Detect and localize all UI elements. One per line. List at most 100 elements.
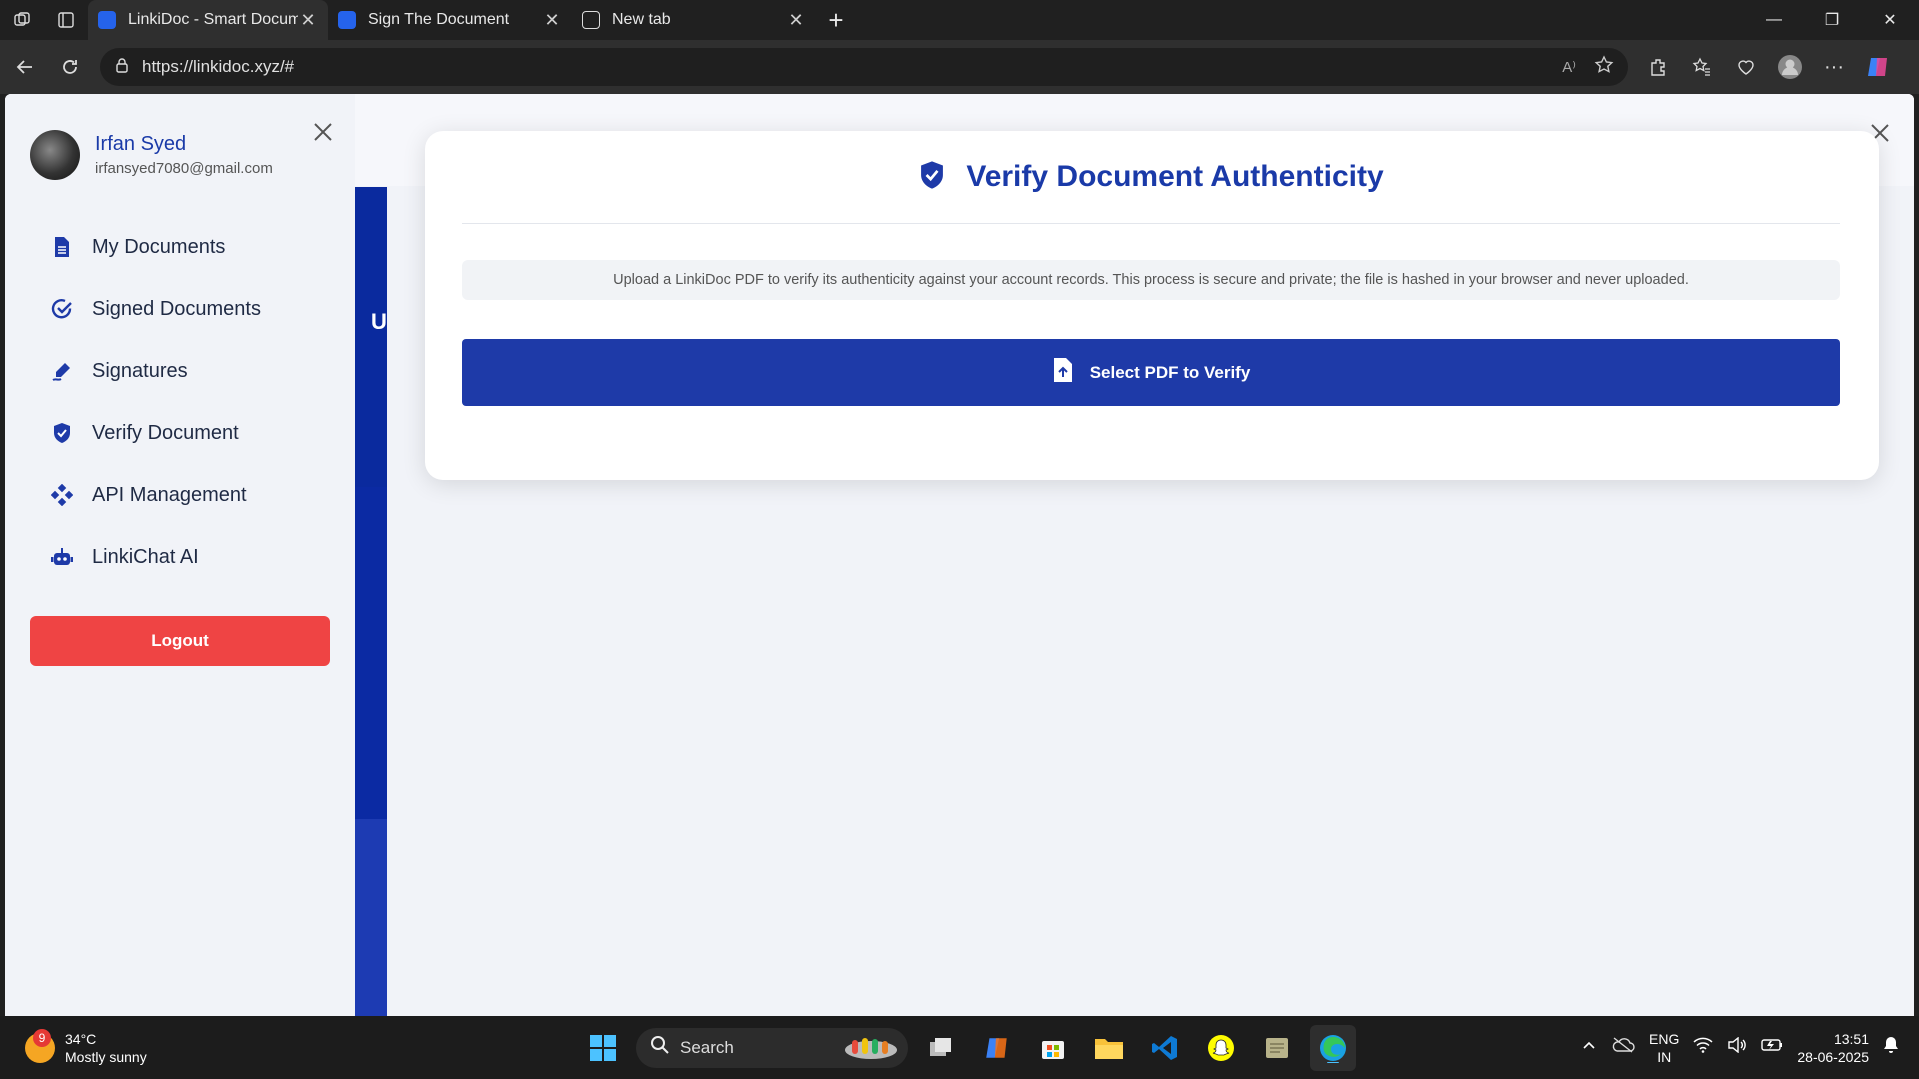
window-controls: — ❐ ✕: [1745, 0, 1919, 40]
language-indicator[interactable]: ENG IN: [1649, 1030, 1679, 1066]
onedrive-offline-icon[interactable]: [1611, 1036, 1635, 1059]
refresh-icon[interactable]: [47, 47, 92, 87]
linkidoc-favicon-icon: [98, 11, 116, 29]
system-tray: ENG IN 13:51 28-06-2025: [1581, 1016, 1899, 1079]
more-options-icon[interactable]: ···: [1816, 49, 1852, 85]
windows-taskbar: 9 34°C Mostly sunny Search ENG IN 13:51 …: [0, 1016, 1919, 1079]
taskbar-search[interactable]: Search: [636, 1027, 908, 1068]
edge-browser-icon[interactable]: [1310, 1024, 1356, 1071]
robot-icon: [50, 545, 74, 569]
modal-title: Verify Document Authenticity: [966, 160, 1384, 193]
file-upload-icon: [1052, 357, 1074, 388]
tab-new-tab[interactable]: New tab ✕: [572, 0, 816, 40]
sidebar-item-label: Signatures: [92, 359, 188, 382]
shield-check-icon: [918, 160, 946, 195]
minimize-icon[interactable]: —: [1745, 0, 1803, 40]
workspaces-icon[interactable]: [0, 0, 44, 40]
wifi-icon[interactable]: [1693, 1037, 1713, 1058]
close-window-icon[interactable]: ✕: [1861, 0, 1919, 40]
notification-badge: 9: [33, 1029, 51, 1047]
sidebar-item-label: Verify Document: [92, 421, 239, 444]
sun-icon: 9: [25, 1029, 55, 1063]
task-view-icon[interactable]: [918, 1025, 964, 1071]
read-aloud-icon[interactable]: A⁾: [1562, 58, 1576, 76]
verify-document-modal: Verify Document Authenticity Upload a Li…: [425, 131, 1879, 480]
weather-widget[interactable]: 9 34°C Mostly sunny: [25, 1029, 147, 1066]
new-tab-button[interactable]: +: [816, 0, 856, 40]
search-highlight-icon: [842, 1034, 900, 1067]
microsoft-store-icon[interactable]: [1030, 1025, 1076, 1071]
check-circle-icon: [50, 297, 74, 321]
restore-icon[interactable]: ❐: [1803, 0, 1861, 40]
tab-title: LinkiDoc - Smart Document Signi: [128, 11, 298, 28]
user-email: irfansyed7080@gmail.com: [95, 160, 273, 177]
sidebar-item-label: Signed Documents: [92, 297, 261, 320]
close-tab-icon[interactable]: ✕: [786, 10, 806, 31]
chevron-up-icon[interactable]: [1581, 1037, 1597, 1058]
tab-title: Sign The Document: [368, 11, 510, 28]
region-code: IN: [1657, 1048, 1672, 1065]
sidebar-item-verify-document[interactable]: Verify Document: [50, 402, 261, 464]
avatar: [30, 130, 80, 180]
shield-check-icon: [50, 421, 74, 445]
sidebar-item-label: My Documents: [92, 235, 226, 258]
clock[interactable]: 13:51 28-06-2025: [1797, 1030, 1869, 1066]
volume-icon[interactable]: [1727, 1036, 1747, 1058]
search-label: Search: [680, 1037, 734, 1057]
tab-title: New tab: [612, 11, 671, 28]
notepad-icon[interactable]: [1254, 1025, 1300, 1071]
close-tab-icon[interactable]: ✕: [542, 10, 562, 31]
modal-header: Verify Document Authenticity: [462, 131, 1840, 224]
tab-sign-document[interactable]: Sign The Document ✕: [328, 0, 572, 40]
document-icon: [50, 235, 74, 259]
select-pdf-button[interactable]: Select PDF to Verify: [462, 339, 1840, 406]
address-bar[interactable]: https://linkidoc.xyz/# A⁾: [100, 48, 1628, 86]
sidebar-item-linkichat-ai[interactable]: LinkiChat AI: [50, 526, 261, 588]
sidebar-item-label: API Management: [92, 483, 247, 506]
api-nodes-icon: [50, 483, 74, 507]
modal-description: Upload a LinkiDoc PDF to verify its auth…: [462, 260, 1840, 300]
logout-button[interactable]: Logout: [30, 616, 330, 666]
tab-linkidoc[interactable]: LinkiDoc - Smart Document Signi ✕: [88, 0, 328, 40]
file-explorer-icon[interactable]: [1086, 1025, 1132, 1071]
notification-bell-icon[interactable]: [1883, 1036, 1899, 1059]
weather-condition: Mostly sunny: [65, 1049, 147, 1065]
tab-actions-icon[interactable]: [44, 0, 88, 40]
clock-time: 13:51: [1833, 1030, 1869, 1047]
battery-icon[interactable]: [1761, 1038, 1783, 1057]
url-text[interactable]: https://linkidoc.xyz/#: [142, 57, 294, 77]
extensions-icon[interactable]: [1640, 49, 1676, 85]
background-heading-letter: U: [371, 309, 387, 334]
back-icon[interactable]: [2, 47, 47, 87]
toolbar-right: ···: [1640, 40, 1896, 94]
copilot-icon[interactable]: [1860, 49, 1896, 85]
sidebar-item-my-documents[interactable]: My Documents: [50, 216, 261, 278]
copilot-app-icon[interactable]: [974, 1025, 1020, 1071]
favorite-star-icon[interactable]: [1594, 54, 1614, 80]
sidebar-menu: My Documents Signed Documents Signatures…: [50, 216, 261, 588]
search-icon: [650, 1035, 670, 1060]
vscode-icon[interactable]: [1142, 1025, 1188, 1071]
close-tab-icon[interactable]: ✕: [298, 10, 318, 31]
sidebar-item-signed-documents[interactable]: Signed Documents: [50, 278, 261, 340]
taskbar-apps: Search: [580, 1016, 1356, 1079]
sidebar-item-api-management[interactable]: API Management: [50, 464, 261, 526]
sidebar: Irfan Syed irfansyed7080@gmail.com My Do…: [5, 94, 355, 1016]
user-profile: Irfan Syed irfansyed7080@gmail.com: [30, 130, 273, 180]
sidebar-item-signatures[interactable]: Signatures: [50, 340, 261, 402]
windows-start-icon[interactable]: [580, 1025, 626, 1071]
browser-titlebar: LinkiDoc - Smart Document Signi ✕ Sign T…: [0, 0, 1919, 40]
snapchat-icon[interactable]: [1198, 1025, 1244, 1071]
clock-date: 28-06-2025: [1797, 1048, 1869, 1065]
language-code: ENG: [1649, 1030, 1680, 1047]
web-page: U Irfan Syed irfansyed7080@gmail.com My …: [5, 94, 1914, 1016]
browser-toolbar: https://linkidoc.xyz/# A⁾ ···: [0, 40, 1919, 94]
select-pdf-label: Select PDF to Verify: [1089, 362, 1251, 382]
favorites-icon[interactable]: [1684, 49, 1720, 85]
profile-icon[interactable]: [1772, 49, 1808, 85]
user-name: Irfan Syed: [95, 133, 187, 155]
browser-essentials-icon[interactable]: [1728, 49, 1764, 85]
close-sidebar-icon[interactable]: [309, 118, 337, 146]
lock-icon[interactable]: [114, 57, 130, 78]
linkidoc-favicon-icon: [338, 11, 356, 29]
